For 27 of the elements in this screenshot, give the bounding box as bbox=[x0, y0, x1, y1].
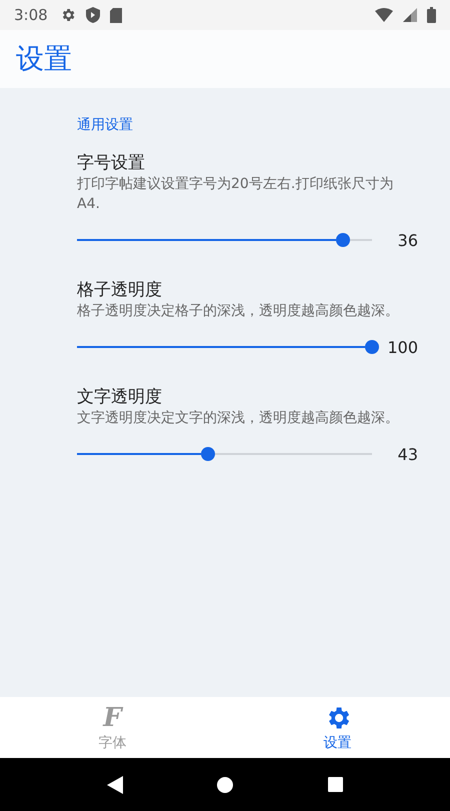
status-time: 3:08 bbox=[14, 6, 48, 24]
wifi-icon bbox=[375, 8, 393, 22]
signal-icon bbox=[403, 8, 417, 22]
back-icon[interactable] bbox=[107, 776, 124, 794]
slider-value: 43 bbox=[396, 444, 418, 464]
letter-icon: F bbox=[103, 704, 122, 732]
page-title: 设置 bbox=[16, 41, 72, 77]
slider-thumb[interactable] bbox=[200, 447, 215, 461]
setting-description: 文字透明度决定文字的深浅，透明度越高颜色越深。 bbox=[77, 409, 400, 428]
nav-tab[interactable]: F 字体 bbox=[0, 697, 225, 758]
setting-title: 字号设置 bbox=[77, 152, 146, 174]
section-title: 通用设置 bbox=[77, 116, 134, 134]
nav-tab[interactable]: 设置 bbox=[225, 697, 450, 758]
setting-title: 格子透明度 bbox=[77, 279, 163, 301]
setting-description: 打印字帖建议设置字号为20号左右.打印纸张尺寸为A4. bbox=[77, 175, 394, 214]
shield-icon bbox=[86, 7, 100, 23]
home-icon[interactable] bbox=[217, 776, 234, 792]
slider-thumb[interactable] bbox=[336, 233, 350, 247]
slider-track[interactable] bbox=[77, 340, 379, 354]
sd-card-icon bbox=[110, 8, 122, 22]
setting-description: 格子透明度决定格子的深浅，透明度越高颜色越深。 bbox=[77, 302, 400, 321]
recents-icon[interactable] bbox=[328, 777, 343, 792]
setting-title: 文字透明度 bbox=[77, 386, 163, 408]
slider-thumb[interactable] bbox=[364, 340, 379, 354]
slider-value: 36 bbox=[396, 230, 418, 250]
slider-value: 100 bbox=[386, 338, 418, 356]
battery-icon bbox=[427, 7, 436, 23]
